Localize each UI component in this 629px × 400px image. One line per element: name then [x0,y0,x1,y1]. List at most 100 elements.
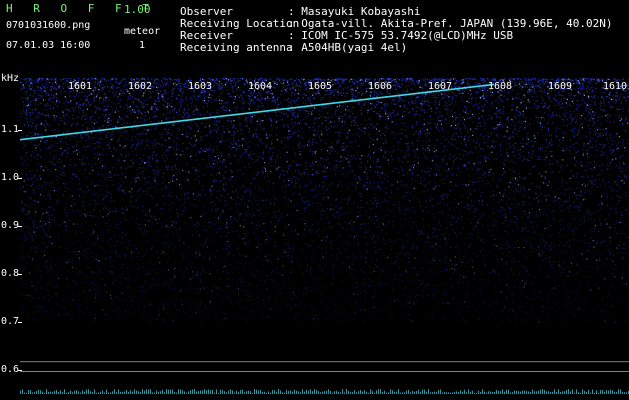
noise-dot [150,247,152,250]
noise-dot [49,198,51,200]
noise-dot [262,299,264,301]
noise-dot [431,118,433,121]
noise-dot [391,184,393,187]
noise-dot [502,320,504,322]
noise-dot [377,174,379,176]
noise-dot [454,138,457,140]
noise-dot [347,199,349,201]
noise-dot [46,83,48,85]
noise-dot [24,124,26,126]
noise-dot [535,216,537,218]
noise-dot [154,178,156,180]
noise-dot [41,220,43,222]
noise-dot [294,230,296,233]
noise-dot [392,131,394,134]
noise-dot [121,209,123,211]
noise-dot [103,98,105,100]
noise-dot [35,178,37,180]
noise-dot [49,170,51,172]
noise-dot [90,252,92,254]
noise-dot [101,126,103,128]
noise-dot [618,167,621,169]
noise-dot [392,284,394,286]
noise-dot [537,147,539,149]
noise-dot [201,215,203,217]
noise-dot [98,117,100,119]
noise-dot [510,136,512,138]
noise-dot [316,194,318,196]
noise-dot [136,218,138,220]
noise-dot [92,127,94,129]
noise-dot [531,96,534,98]
noise-dot [508,153,510,155]
noise-dot [353,236,356,238]
noise-dot [512,301,514,303]
noise-dot [274,159,276,161]
noise-dot [116,255,118,257]
noise-dot [317,277,319,279]
noise-dot [161,222,164,224]
noise-dot [144,147,146,149]
noise-dot [75,266,77,269]
noise-dot [212,205,214,207]
noise-dot [497,178,500,180]
noise-dot [126,115,128,118]
noise-dot [380,107,382,109]
noise-dot [547,113,549,116]
noise-dot [447,238,449,240]
noise-dot [505,127,508,129]
noise-dot [245,101,247,103]
noise-dot [405,153,407,155]
noise-dot [309,204,311,206]
noise-dot [171,146,173,148]
noise-dot [606,155,608,157]
noise-dot [144,224,147,226]
noise-dot [460,278,462,280]
noise-dot [141,104,143,106]
noise-dot [607,309,609,311]
noise-dot [598,257,600,259]
noise-dot [608,249,610,251]
noise-dot [292,193,294,195]
noise-dot [621,220,623,223]
noise-dot [333,121,335,123]
noise-dot [522,142,524,144]
noise-dot [429,196,431,198]
noise-dot [191,289,193,291]
noise-dot [44,130,46,132]
noise-dot [190,121,192,123]
noise-dot [515,188,517,190]
noise-dot [144,111,146,113]
noise-dot [20,78,22,80]
noise-dot [493,128,496,130]
noise-dot [110,294,112,296]
noise-dot [291,249,294,251]
noise-dot [598,230,600,233]
noise-dot [47,292,49,294]
noise-dot [384,276,386,278]
noise-dot [321,130,323,132]
noise-dot [444,145,446,148]
noise-dot [178,220,181,223]
noise-dot [500,94,502,96]
noise-dot [411,142,413,144]
noise-dot [264,243,266,245]
noise-dot [189,292,191,295]
noise-dot [109,176,111,178]
noise-dot [195,222,198,224]
noise-dot [97,193,99,196]
noise-dot [71,209,73,211]
noise-dot [442,119,444,121]
noise-dot [250,101,252,103]
noise-dot [382,155,384,157]
noise-dot [468,92,470,94]
noise-dot [413,266,416,269]
noise-dot [457,268,459,270]
noise-dot [419,267,421,270]
noise-dot [470,243,472,245]
noise-dot [146,139,148,141]
noise-dot [433,213,435,215]
noise-dot [495,112,497,115]
noise-dot [170,81,172,83]
noise-dot [348,200,350,202]
